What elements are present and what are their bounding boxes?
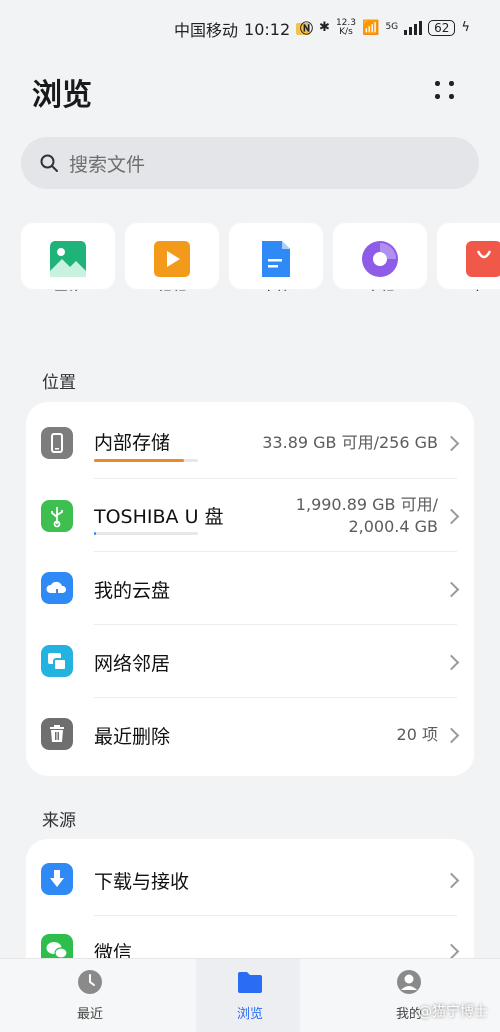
location-usb-drive[interactable]: TOSHIBA U 盘 1,990.89 GB 可用/ 2,000.4 GB: [26, 479, 474, 552]
location-name: 我的云盘: [94, 580, 171, 602]
usb-icon: [41, 500, 73, 532]
category-label: 视频: [125, 287, 219, 291]
watermark: @猫宁博士: [418, 1004, 488, 1020]
folder-icon: [238, 972, 262, 993]
location-cloud-drive[interactable]: 我的云盘: [26, 552, 474, 625]
category-audio[interactable]: 音频: [333, 223, 427, 291]
storage-info: 33.89 GB 可用/256 GB: [262, 433, 438, 452]
source-downloads[interactable]: 下载与接收: [26, 843, 474, 916]
location-name: 最近删除: [94, 726, 171, 748]
section-title-sources: 来源: [42, 811, 76, 831]
location-network-neighbors[interactable]: 网络邻居: [26, 625, 474, 698]
storage-info-line1: 1,990.89 GB 可用/: [295, 495, 438, 514]
category-videos[interactable]: 视频: [125, 223, 219, 291]
location-name: 网络邻居: [94, 653, 171, 675]
location-name: 内部存储: [94, 432, 171, 454]
category-label: 图片: [21, 287, 115, 291]
page-title: 浏览: [32, 78, 92, 113]
cloud-icon: [41, 572, 73, 604]
tab-label: 最近: [76, 1007, 103, 1022]
tab-browse[interactable]: 浏览: [210, 969, 290, 1022]
chevron-right-icon: [443, 943, 460, 960]
category-label: 文档: [229, 287, 323, 291]
user-icon: [397, 970, 421, 994]
network-icon: [41, 645, 73, 677]
battery-icon: 62: [428, 19, 456, 36]
category-apps[interactable]: 应用: [437, 223, 500, 291]
search-bar[interactable]: 搜索文件: [21, 137, 479, 189]
tab-recent[interactable]: 最近: [50, 969, 130, 1022]
locations-card: 内部存储 33.89 GB 可用/256 GB TOSHIBA U 盘 1,99…: [26, 402, 474, 776]
search-placeholder: 搜索文件: [69, 153, 146, 176]
location-internal-storage[interactable]: 内部存储 33.89 GB 可用/256 GB: [26, 406, 474, 479]
chevron-right-icon: [443, 654, 460, 671]
bluetooth-icon: ✱: [319, 20, 330, 35]
storage-info: 1,990.89 GB 可用/ 2,000.4 GB: [296, 494, 438, 538]
status-right: Ⓝ ✱ 12.3 K/s 📶 5G 62 ϟ: [300, 18, 470, 37]
search-icon: [40, 154, 58, 172]
chevron-right-icon: [443, 508, 460, 525]
category-label: 应用: [437, 287, 500, 291]
audio-icon: [362, 241, 398, 277]
location-recently-deleted[interactable]: 最近删除 20 项: [26, 698, 474, 771]
chevron-right-icon: [443, 727, 460, 744]
charging-icon: ϟ: [461, 20, 470, 35]
signal-icon: [404, 20, 423, 35]
net-speed-unit: K/s: [339, 26, 353, 37]
document-icon: [262, 241, 290, 277]
storage-usage-bar: [94, 532, 198, 535]
net-speed: 12.3 K/s: [336, 18, 356, 37]
location-name: TOSHIBA U 盘: [94, 506, 224, 528]
storage-usage-fill: [94, 532, 96, 535]
status-left: 中国移动 10:12: [174, 17, 311, 41]
category-label: 音频: [333, 287, 427, 291]
more-options-icon[interactable]: [430, 78, 460, 104]
storage-usage-bar: [94, 459, 198, 462]
trash-icon: [41, 718, 73, 750]
app-icon: [466, 241, 500, 277]
chevron-right-icon: [443, 435, 460, 452]
phone-icon: [41, 427, 73, 459]
video-icon: [154, 241, 190, 277]
source-name: 下载与接收: [94, 871, 190, 893]
chevron-right-icon: [443, 872, 460, 889]
image-icon: [50, 241, 86, 277]
status-bar: 中国移动 10:12 Ⓝ ✱ 12.3 K/s 📶 5G 62 ϟ: [0, 0, 500, 58]
wifi-icon: 📶: [362, 19, 380, 36]
category-documents[interactable]: 文档: [229, 223, 323, 291]
clock-icon: [78, 970, 102, 994]
tab-label: 浏览: [236, 1007, 263, 1022]
item-count: 20 项: [396, 725, 438, 744]
chevron-right-icon: [443, 581, 460, 598]
category-strip: 图片 视频 文档 音频 应用: [21, 223, 500, 291]
storage-info-line2: 2,000.4 GB: [348, 517, 438, 536]
download-icon: [41, 863, 73, 895]
category-images[interactable]: 图片: [21, 223, 115, 291]
section-title-locations: 位置: [42, 373, 76, 393]
network-type: 5G: [385, 22, 399, 32]
clock: 10:12: [244, 19, 291, 39]
carrier-label: 中国移动: [174, 21, 239, 40]
nfc-icon: Ⓝ: [300, 22, 314, 37]
storage-usage-fill: [94, 459, 185, 462]
